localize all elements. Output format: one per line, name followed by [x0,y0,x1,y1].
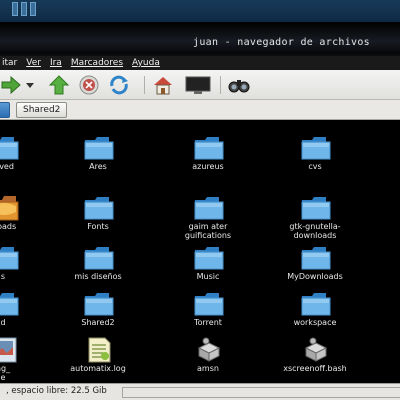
file-label: Fonts [87,222,109,231]
file-label: azureus [192,162,224,171]
file-label: s [0,272,6,281]
file-label: gaim ater guifications [184,222,232,240]
file-item[interactable]: mis diseños [53,244,143,288]
file-item[interactable]: Torrent [163,290,253,334]
file-item[interactable]: workspace [270,290,360,334]
search-icon[interactable] [228,74,250,96]
file-item[interactable]: cvs [270,134,360,178]
folder-icon [300,244,332,272]
file-label: cvs [308,162,322,171]
file-label: MyDownloads [287,272,343,281]
folder-icon [0,290,20,318]
file-item[interactable]: amsn [163,336,253,380]
folder-icon [83,244,115,272]
file-item[interactable]: azureus [163,134,253,178]
text-file-icon [83,336,115,364]
window-title: juan - navegador de archivos [193,37,370,48]
folder-icon [83,290,115,318]
file-label: xscreenoff.bash [283,364,347,373]
workspace-tab[interactable] [30,2,36,16]
folder-icon [193,134,225,162]
menu-ir[interactable]: Ira [50,56,62,70]
file-label: workspace [293,318,337,327]
breadcrumb-shared2[interactable]: Shared2 [16,102,68,118]
file-label: Ares [89,162,107,171]
location-bar: Shared2 [0,100,400,120]
forward-icon[interactable] [0,74,22,96]
stop-icon[interactable] [78,74,100,96]
file-item[interactable]: Fonts [53,194,143,238]
toolbar-separator [220,76,221,94]
folder-icon [300,134,332,162]
workspace-tab[interactable] [21,2,27,16]
breadcrumb-current[interactable] [0,102,10,118]
file-label: eived [0,162,14,171]
workspace-tab[interactable] [12,2,18,16]
chevron-down-icon[interactable] [24,74,36,96]
file-label: gtk-gnutella- downloads [289,222,341,240]
file-item[interactable]: gtk-gnutella- downloads [270,194,360,240]
up-icon[interactable] [48,74,70,96]
file-item[interactable]: xscreenoff.bash [270,336,360,380]
menu-marcadores[interactable]: Marcadores [71,56,123,70]
file-item[interactable]: Ares [53,134,143,178]
folder-icon [300,194,332,222]
file-label: ln [375,222,400,231]
window-titlebar[interactable]: juan - navegador de archivos [0,22,400,56]
file-item[interactable]: Shared2 [53,290,143,334]
image-file-icon [0,336,20,364]
status-frame [122,387,400,398]
workspace-indicators [12,2,36,16]
file-label: ng_ e [0,364,11,382]
file-label: Shared2 [81,318,115,327]
file-item[interactable]: nloads [0,194,48,238]
folder-icon [300,290,332,318]
file-item[interactable]: MyDownloads [270,244,360,288]
desktop-panel [0,0,400,22]
file-item[interactable]: s [0,244,48,288]
file-item[interactable]: gaim ater guifications [163,194,253,240]
menu-ver[interactable]: Ver [26,56,41,70]
file-item[interactable]: d [0,290,48,334]
status-text: , espacio libre: 22.5 Gib [6,386,107,396]
executable-file-icon [300,336,332,364]
reload-icon[interactable] [108,74,130,96]
folder-icon [83,194,115,222]
menu-editar[interactable]: itar [2,56,17,70]
folder-icon [193,194,225,222]
file-item[interactable]: s [375,290,400,334]
computer-icon[interactable] [184,74,212,96]
menu-bar: itar Ver Ira Marcadores Ayuda [0,56,400,70]
file-item[interactable]: eived [0,134,48,178]
home-icon[interactable] [152,74,174,96]
status-bar: , espacio libre: 22.5 Gib [0,383,400,400]
file-item[interactable]: ng_ e [0,336,48,382]
file-item[interactable]: ln [375,194,400,238]
file-label: Music [196,272,220,281]
file-label: nloads [0,222,17,231]
folder-icon [83,134,115,162]
folder-icon [193,290,225,318]
toolbar [0,70,400,100]
file-view[interactable]: eived Ares azureus cvs nloads Fonts gaim ater … [0,120,400,383]
file-label: Torrent [194,318,222,327]
menu-ayuda[interactable]: Ayuda [132,56,160,70]
downloads-folder-icon [0,194,20,222]
file-label: automatix.log [70,364,126,373]
executable-file-icon [193,336,225,364]
file-label: amsn [197,364,219,373]
file-label: s [375,318,400,327]
file-label: d [0,318,6,327]
file-item[interactable]: automatix.log [53,336,143,380]
folder-icon [0,244,20,272]
folder-icon [193,244,225,272]
toolbar-separator [144,76,145,94]
folder-icon [0,134,20,162]
file-item[interactable]: Music [163,244,253,288]
file-label: mis diseños [74,272,122,281]
